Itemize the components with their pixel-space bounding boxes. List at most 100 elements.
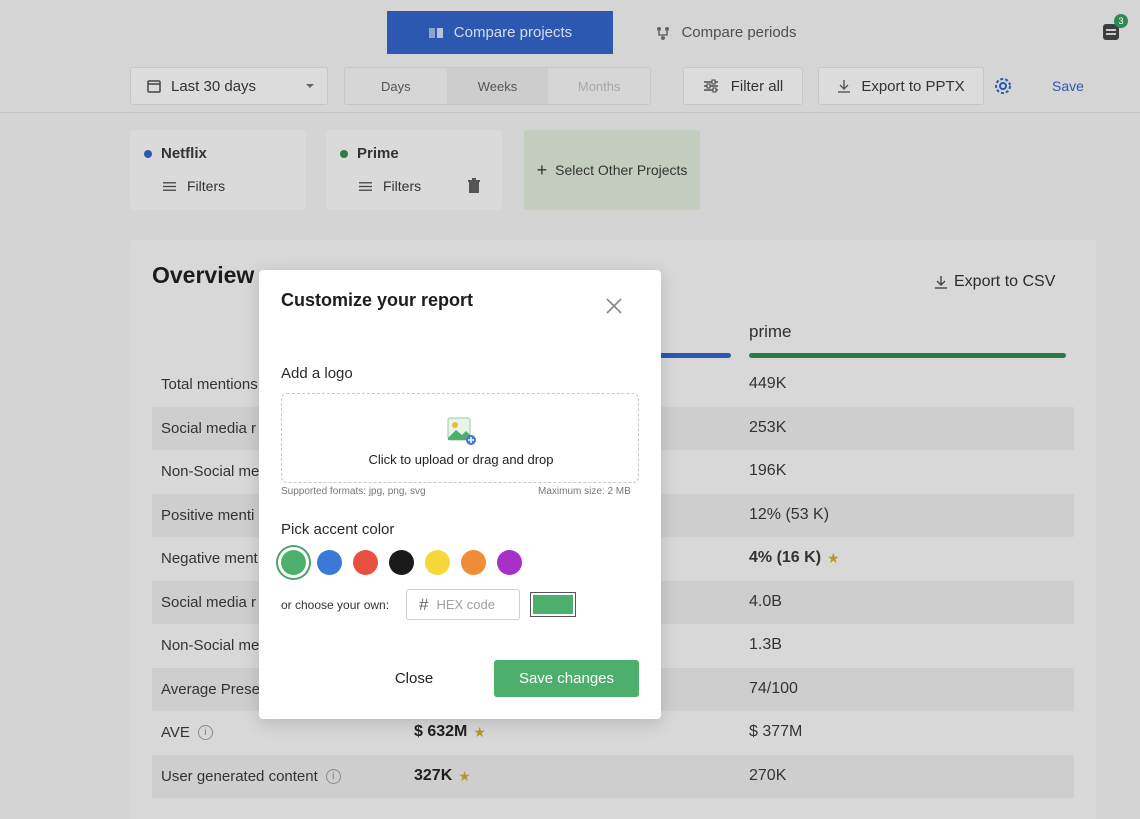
export-pptx-button[interactable]: Export to PPTX — [818, 67, 984, 105]
row-label: Negative ment — [161, 550, 258, 567]
mode-tabs: Compare projects Compare periods — [387, 11, 839, 54]
add-logo-label: Add a logo — [281, 365, 353, 382]
project-filters-button[interactable]: Filters — [358, 178, 421, 194]
column-header-prime: prime — [749, 322, 792, 341]
star-icon: ★ — [827, 549, 840, 566]
swatch-blue[interactable] — [317, 550, 342, 575]
logo-upload-dropzone[interactable]: Click to upload or drag and drop — [281, 393, 639, 483]
info-icon[interactable]: i — [325, 769, 341, 784]
project-color-dot — [144, 149, 152, 158]
image-upload-icon — [447, 417, 476, 445]
notification-badge: 3 — [1114, 14, 1128, 28]
project-card-netflix: Netflix Filters — [130, 130, 306, 210]
max-size: Maximum size: 2 MB — [538, 486, 631, 497]
sliders-icon — [703, 79, 718, 93]
color-preview-fill — [533, 595, 573, 614]
granularity-weeks[interactable]: Weeks — [446, 68, 549, 104]
choose-own-label: or choose your own: — [281, 598, 390, 612]
row-prime-value: 74/100 — [749, 680, 798, 697]
row-label-cell: User generated content i — [161, 768, 341, 785]
row-prime-value: 196K — [749, 462, 787, 479]
sliders-icon — [163, 181, 176, 191]
row-label: Non-Social me — [161, 637, 260, 654]
export-csv-label: Export to CSV — [954, 273, 1056, 290]
project-name: Netflix — [161, 145, 207, 162]
row-label: Average Prese — [161, 681, 260, 698]
swatch-purple[interactable] — [497, 550, 522, 575]
swatch-yellow[interactable] — [425, 550, 450, 575]
hex-color-input[interactable]: # HEX code — [406, 589, 520, 620]
gear-icon[interactable] — [993, 76, 1013, 96]
supported-formats: Supported formats: jpg, png, svg — [281, 486, 426, 497]
row-prime-value: 4.0B — [749, 593, 782, 610]
filter-all-button[interactable]: Filter all — [683, 67, 803, 105]
tab-compare-periods-label: Compare periods — [681, 24, 797, 41]
row-label: Non-Social me — [161, 463, 260, 480]
select-other-projects-button[interactable]: + Select Other Projects — [524, 130, 700, 210]
color-preview[interactable] — [530, 592, 576, 617]
tab-compare-projects[interactable]: Compare projects — [387, 11, 613, 54]
hash-icon: # — [419, 594, 429, 614]
row-netflix-value: $ 632M — [414, 723, 468, 740]
table-row: User generated content i 327K ★ 270K — [152, 755, 1074, 798]
row-prime-value: 12% (53 K) — [749, 506, 830, 523]
overview-title: Overview — [152, 262, 255, 288]
row-netflix-value: 327K — [414, 767, 453, 784]
project-filters-label: Filters — [383, 178, 422, 194]
row-prime-value: 253K — [749, 419, 787, 436]
star-icon: ★ — [458, 767, 471, 784]
row-label: AVE — [161, 724, 190, 741]
row-label: Social media r — [161, 420, 257, 437]
row-netflix-value-cell: $ 632M ★ — [414, 723, 486, 741]
row-label-cell: AVE i — [161, 724, 213, 741]
compare-periods-icon — [657, 26, 670, 40]
project-filters-label: Filters — [187, 178, 226, 194]
customize-report-modal: Customize your report Add a logo Click t… — [259, 270, 661, 719]
row-netflix-value-cell: 327K ★ — [414, 767, 471, 785]
prime-column-bar — [749, 353, 1066, 358]
download-icon — [838, 80, 851, 93]
swatch-black[interactable] — [389, 550, 414, 575]
notifications-button[interactable]: 3 — [1100, 14, 1128, 42]
trash-icon[interactable] — [467, 178, 481, 194]
chevron-down-icon — [306, 84, 314, 88]
close-icon[interactable] — [604, 296, 624, 316]
project-card-prime: Prime Filters — [326, 130, 502, 210]
sliders-icon — [359, 181, 372, 191]
pick-accent-label: Pick accent color — [281, 521, 395, 538]
row-label: Total mentions — [161, 376, 258, 393]
export-pptx-label: Export to PPTX — [861, 77, 965, 95]
tab-compare-periods[interactable]: Compare periods — [613, 11, 839, 54]
tab-compare-projects-label: Compare projects — [453, 24, 573, 41]
filter-all-label: Filter all — [730, 77, 784, 95]
plus-icon: + — [536, 159, 548, 180]
granularity-months[interactable]: Months — [548, 68, 650, 104]
swatch-green[interactable] — [281, 550, 306, 575]
hex-placeholder: HEX code — [436, 597, 496, 612]
date-range-select[interactable]: Last 30 days — [130, 67, 328, 105]
export-csv-button[interactable]: Export to CSV — [934, 273, 1055, 291]
row-label: User generated content — [161, 768, 318, 785]
project-color-dot — [340, 149, 348, 158]
granularity-days[interactable]: Days — [345, 68, 447, 104]
star-icon: ★ — [473, 723, 486, 740]
download-icon — [935, 276, 947, 289]
upload-instructions: Click to upload or drag and drop — [368, 452, 554, 467]
calendar-icon — [147, 80, 161, 93]
select-other-label: Select Other Projects — [555, 162, 688, 178]
accent-swatches — [281, 550, 522, 575]
date-range-value: Last 30 days — [171, 77, 257, 95]
swatch-red[interactable] — [353, 550, 378, 575]
project-name: Prime — [357, 145, 399, 162]
info-icon[interactable]: i — [197, 725, 213, 740]
project-filters-button[interactable]: Filters — [162, 178, 225, 194]
swatch-orange[interactable] — [461, 550, 486, 575]
save-changes-button[interactable]: Save changes — [494, 660, 639, 697]
granularity-toggle: Days Weeks Months — [344, 67, 651, 105]
row-prime-value: 1.3B — [749, 636, 782, 653]
row-prime-value: 4% (16 K) — [749, 549, 822, 566]
row-prime-value: 270K — [749, 767, 787, 784]
save-link[interactable]: Save — [1052, 78, 1084, 94]
close-button[interactable]: Close — [369, 660, 459, 697]
compare-projects-icon — [428, 27, 443, 38]
